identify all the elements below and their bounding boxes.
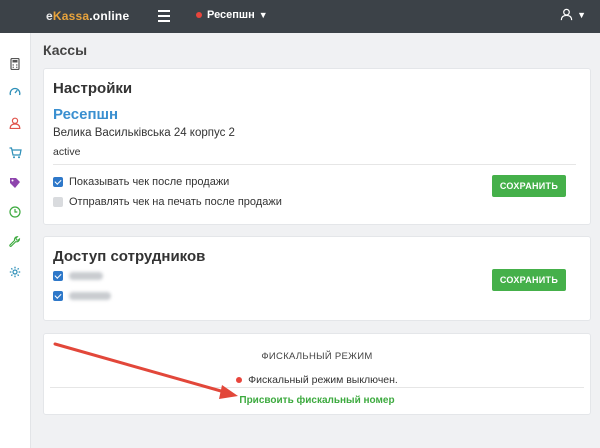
page-title: Кассы bbox=[43, 42, 88, 58]
employee-row[interactable] bbox=[53, 291, 111, 301]
fiscal-mode-card: ФИСКАЛЬНЫЙ РЕЖИМ Фискальный режим выключ… bbox=[43, 333, 591, 415]
status-dot bbox=[196, 12, 202, 18]
store-status: active bbox=[53, 146, 81, 158]
store-name: Ресепшн bbox=[53, 106, 119, 123]
cart-icon[interactable] bbox=[8, 146, 22, 160]
store-selector-label: Ресепшн bbox=[207, 9, 255, 21]
employee-name-redacted bbox=[69, 272, 103, 280]
sidebar bbox=[0, 33, 31, 448]
assign-fiscal-number-link[interactable]: Присвоить фискальный номер bbox=[44, 395, 590, 406]
checkbox-print-receipt[interactable] bbox=[53, 197, 63, 207]
fiscal-status-text: Фискальный режим выключен. bbox=[248, 374, 398, 386]
employee-checkbox[interactable] bbox=[53, 291, 63, 301]
divider bbox=[50, 387, 584, 388]
save-settings-button[interactable]: СОХРАНИТЬ bbox=[492, 175, 566, 197]
settings-title: Настройки bbox=[53, 80, 133, 97]
fiscal-status-dot bbox=[236, 377, 243, 383]
store-selector[interactable]: Ресепшн ▼ bbox=[196, 9, 268, 21]
user-icon bbox=[560, 8, 573, 21]
user-icon[interactable] bbox=[8, 116, 22, 130]
chevron-down-icon: ▼ bbox=[258, 10, 268, 20]
wrench-icon[interactable] bbox=[8, 235, 22, 249]
checkbox-show-receipt[interactable] bbox=[53, 177, 63, 187]
employee-row[interactable] bbox=[53, 271, 103, 281]
save-access-button[interactable]: СОХРАНИТЬ bbox=[492, 269, 566, 291]
logo[interactable]: eKassa.online bbox=[46, 9, 129, 23]
hamburger-menu-icon[interactable] bbox=[158, 10, 170, 22]
option-show-receipt[interactable]: Показывать чек после продажи bbox=[53, 176, 229, 188]
user-menu[interactable]: ▼ bbox=[560, 8, 586, 21]
top-bar: eKassa.online Ресепшн ▼ ▼ bbox=[0, 0, 600, 33]
employee-checkbox[interactable] bbox=[53, 271, 63, 281]
gear-icon[interactable] bbox=[8, 265, 22, 279]
fiscal-status: Фискальный режим выключен. bbox=[44, 374, 590, 386]
employee-name-redacted bbox=[69, 292, 111, 300]
settings-card: Настройки Ресепшн Велика Васильківська 2… bbox=[43, 68, 591, 225]
store-address: Велика Васильківська 24 корпус 2 bbox=[53, 127, 235, 139]
option-print-receipt[interactable]: Отправлять чек на печать после продажи bbox=[53, 196, 282, 208]
employee-access-title: Доступ сотрудников bbox=[53, 248, 206, 265]
clock-icon[interactable] bbox=[8, 205, 22, 219]
employee-access-card: Доступ сотрудников СОХРАНИТЬ bbox=[43, 236, 591, 321]
tag-icon[interactable] bbox=[8, 176, 22, 190]
gauge-icon[interactable] bbox=[8, 85, 22, 99]
fiscal-heading: ФИСКАЛЬНЫЙ РЕЖИМ bbox=[261, 351, 373, 362]
option-show-receipt-label: Показывать чек после продажи bbox=[69, 176, 230, 188]
divider bbox=[53, 164, 576, 165]
option-print-receipt-label: Отправлять чек на печать после продажи bbox=[69, 196, 282, 208]
calculator-icon[interactable] bbox=[8, 57, 22, 71]
chevron-down-icon: ▼ bbox=[577, 9, 586, 20]
